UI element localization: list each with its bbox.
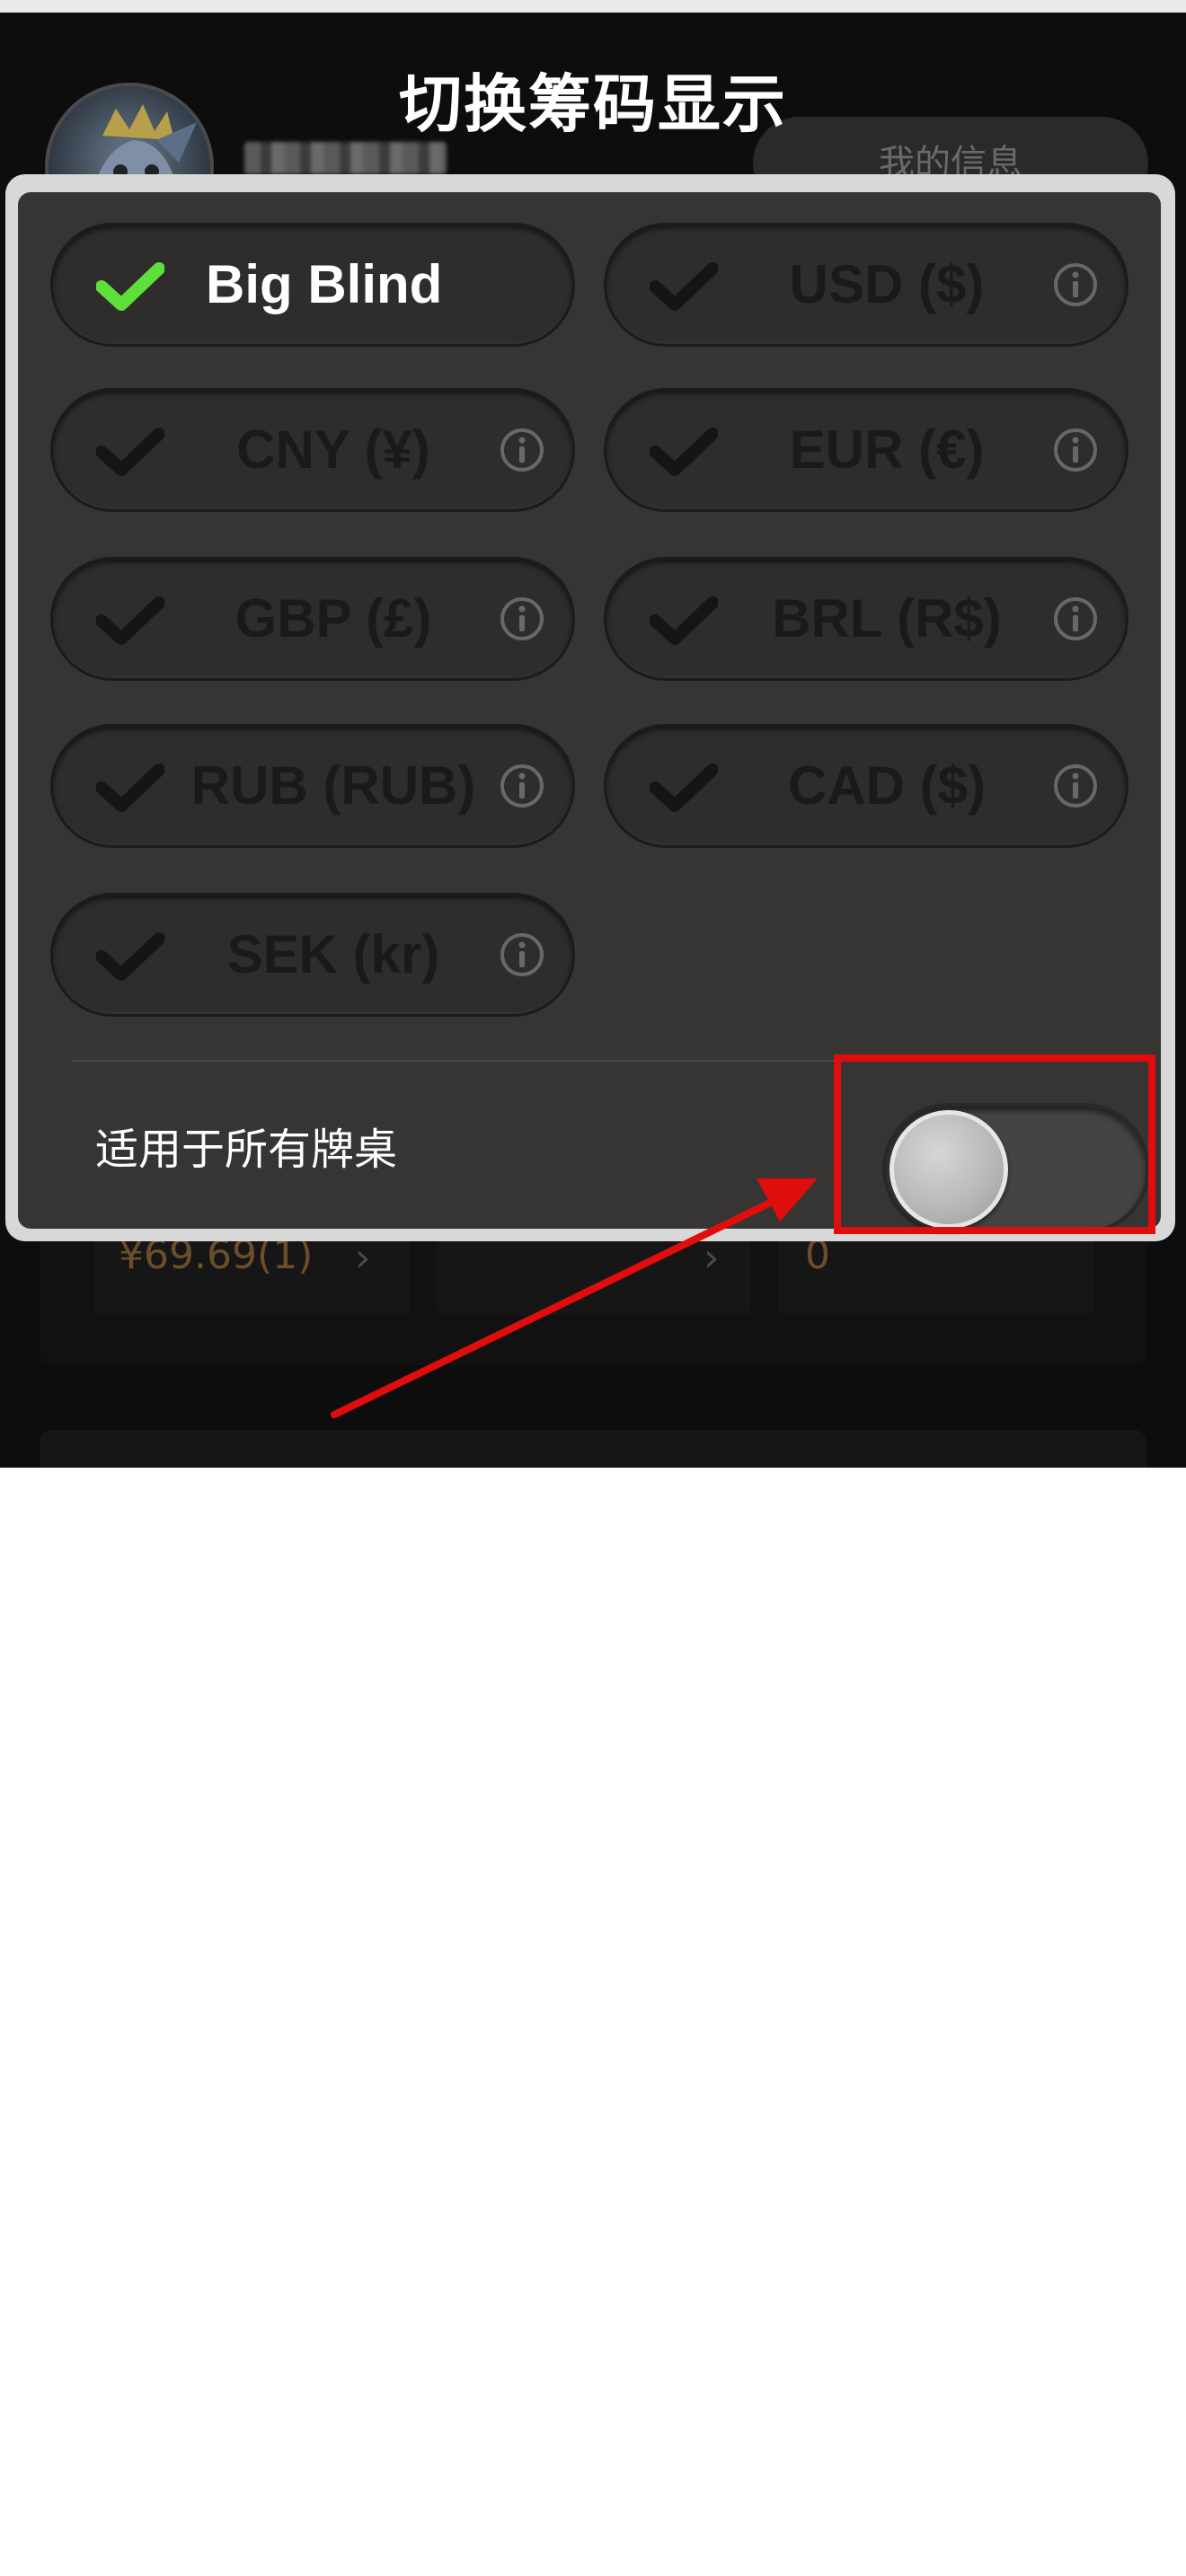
check-icon — [96, 428, 164, 476]
dialog-body: Big Blind USD ($) CNY (¥) EUR (€) GBP (£… — [18, 192, 1161, 1234]
info-icon[interactable] — [499, 763, 545, 809]
option-label: CAD ($) — [788, 755, 986, 816]
username-blurred — [244, 142, 447, 174]
dialog-title: 切换筹码显示 — [399, 67, 787, 141]
option-brl[interactable]: BRL (R$) — [604, 557, 1128, 681]
check-icon — [650, 763, 718, 812]
option-usd[interactable]: USD ($) — [604, 223, 1128, 347]
app-screen: 我的信息 ¥69.69(1) 0 › › 切换筹码显示 Big Blind US… — [0, 0, 1186, 1468]
info-icon[interactable] — [499, 427, 545, 473]
check-icon — [650, 596, 718, 645]
chip-display-dialog: Big Blind USD ($) CNY (¥) EUR (€) GBP (£… — [5, 174, 1175, 1241]
divider — [72, 1060, 1105, 1062]
check-icon — [96, 262, 164, 311]
info-icon[interactable] — [1052, 595, 1099, 642]
background-card — [40, 1430, 1146, 1468]
chevron-right-icon: › — [704, 1235, 720, 1281]
option-cny[interactable]: CNY (¥) — [50, 388, 575, 512]
check-icon — [96, 932, 164, 981]
chevron-right-icon: › — [355, 1235, 371, 1281]
check-icon — [96, 763, 164, 812]
info-icon[interactable] — [1052, 427, 1099, 473]
check-icon — [650, 262, 718, 311]
option-label: GBP (£) — [235, 588, 432, 648]
option-label: RUB (RUB) — [190, 755, 476, 816]
option-big-blind[interactable]: Big Blind — [50, 223, 575, 347]
option-label: Big Blind — [206, 254, 443, 314]
option-sek[interactable]: SEK (kr) — [50, 893, 575, 1017]
option-eur[interactable]: EUR (€) — [604, 388, 1128, 512]
info-icon[interactable] — [1052, 261, 1099, 308]
check-icon — [96, 596, 164, 645]
apply-all-tables-toggle[interactable] — [882, 1103, 1150, 1234]
option-cad[interactable]: CAD ($) — [604, 724, 1128, 848]
apply-all-tables-label: 适用于所有牌桌 — [95, 1125, 398, 1175]
info-icon[interactable] — [499, 595, 545, 642]
option-label: USD ($) — [789, 254, 985, 314]
info-icon[interactable] — [1052, 763, 1099, 809]
info-icon[interactable] — [499, 931, 545, 978]
option-label: BRL (R$) — [772, 588, 1002, 648]
check-icon — [650, 428, 718, 476]
option-label: CNY (¥) — [236, 419, 430, 480]
toggle-knob[interactable] — [890, 1110, 1008, 1229]
option-gbp[interactable]: GBP (£) — [50, 557, 575, 681]
option-label: EUR (€) — [789, 419, 985, 480]
option-label: SEK (kr) — [226, 924, 440, 984]
option-rub[interactable]: RUB (RUB) — [50, 724, 575, 848]
